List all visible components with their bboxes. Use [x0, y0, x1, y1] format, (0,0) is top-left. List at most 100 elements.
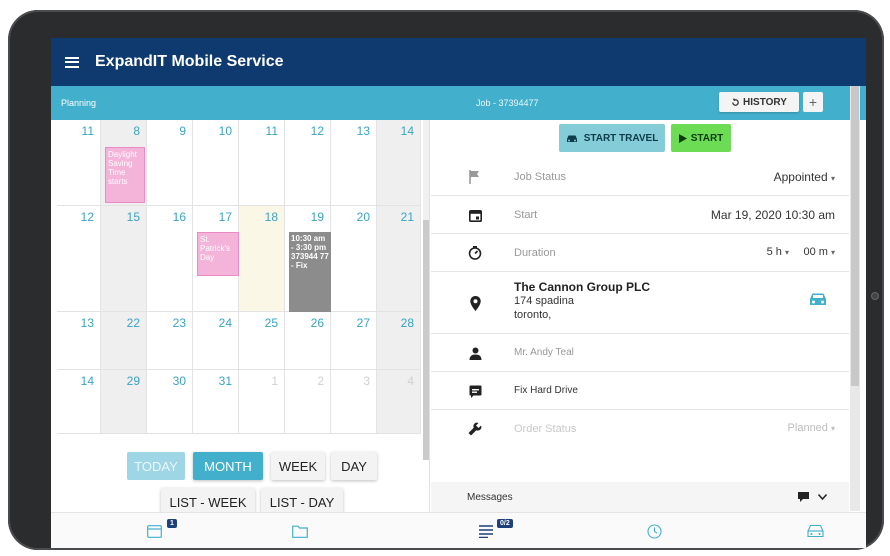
customer-address: 174 spadina toronto,: [514, 294, 574, 322]
contact-row[interactable]: Mr. Andy Teal: [431, 334, 849, 372]
week-number: 12: [57, 206, 101, 312]
job-status-row[interactable]: Job Status Appointed ▾: [431, 158, 849, 196]
calendar-day[interactable]: 27: [331, 312, 377, 370]
wrench-icon: [467, 421, 483, 437]
history-button[interactable]: HISTORY: [719, 92, 799, 112]
task-row[interactable]: Fix Hard Drive: [431, 372, 849, 410]
calendar-day[interactable]: 28: [377, 312, 421, 370]
job-status-label: Job Status: [514, 171, 566, 183]
play-icon: [678, 133, 687, 143]
nav-folder[interactable]: [290, 521, 310, 541]
add-button[interactable]: +: [803, 92, 823, 112]
detail-scroll-thumb[interactable]: [851, 86, 859, 386]
address-street: 174 spadina: [514, 295, 574, 307]
month-view-button[interactable]: MONTH: [193, 452, 263, 480]
calendar-event-daylight-saving[interactable]: Daylight Saving Time starts: [105, 147, 145, 203]
calendar-day[interactable]: 15: [101, 206, 147, 312]
start-label: START: [690, 132, 724, 144]
calendar-day[interactable]: 13: [331, 120, 377, 206]
list-icon: [479, 524, 493, 538]
today-button[interactable]: TODAY: [127, 452, 185, 480]
calendar-day-next-month[interactable]: 1: [239, 370, 285, 434]
calendar-badge: 1: [167, 519, 177, 528]
day-view-button[interactable]: DAY: [331, 452, 377, 480]
calendar-day[interactable]: 20: [331, 206, 377, 312]
start-row[interactable]: Start Mar 19, 2020 10:30 am: [431, 196, 849, 234]
calendar-day[interactable]: 10: [193, 120, 239, 206]
chevron-down-icon[interactable]: [818, 494, 827, 500]
start-label-text: Start: [514, 209, 538, 221]
calendar-day[interactable]: 29: [101, 370, 147, 434]
calendar-pane: 11 8 9 10 11 12 13 14 12 15 16 17 18 19 …: [51, 120, 429, 516]
messages-section[interactable]: Messages: [431, 482, 849, 512]
calendar-event-job[interactable]: 10:30 am - 3:30 pm 373944 77 - Fix: [289, 232, 331, 312]
customer-name: The Cannon Group PLC: [514, 280, 650, 294]
task-description: Fix Hard Drive: [514, 385, 578, 396]
calendar-day-next-month[interactable]: 3: [331, 370, 377, 434]
week-number: 14: [57, 370, 101, 434]
calendar-day-today[interactable]: 18: [239, 206, 285, 312]
message-icon[interactable]: [798, 492, 809, 502]
start-button[interactable]: START: [671, 124, 731, 152]
order-status-label: Order Status: [514, 423, 577, 435]
order-status-value[interactable]: Planned ▾: [788, 422, 835, 434]
calendar-day[interactable]: 23: [147, 312, 193, 370]
week-number: 11: [57, 120, 101, 206]
week-number: 13: [57, 312, 101, 370]
menu-icon[interactable]: [65, 56, 79, 68]
calendar-view-buttons: TODAY MONTH WEEK DAY LIST - WEEK LIST - …: [51, 452, 429, 516]
duration-minutes-select[interactable]: 00 m ▾: [803, 246, 835, 258]
calendar-day[interactable]: 22: [101, 312, 147, 370]
calendar-day[interactable]: 26: [285, 312, 331, 370]
detail-scrollbar[interactable]: [850, 86, 860, 511]
calendar-icon: [467, 207, 483, 223]
calendar-day[interactable]: 21: [377, 206, 421, 312]
calendar-day[interactable]: 12: [285, 120, 331, 206]
calendar-day[interactable]: 9: [147, 120, 193, 206]
duration-hours-select[interactable]: 5 h ▾: [767, 246, 789, 258]
tablet-frame: ExpandIT Mobile Service Planning Job - 3…: [8, 10, 884, 550]
calendar-day[interactable]: 25: [239, 312, 285, 370]
duration-row: Duration 5 h ▾ 00 m ▾: [431, 234, 849, 272]
calendar-day[interactable]: 11: [239, 120, 285, 206]
contact-name: Mr. Andy Teal: [514, 347, 574, 358]
nav-calendar[interactable]: [144, 521, 164, 541]
nav-history[interactable]: [644, 521, 664, 541]
flag-icon: [467, 169, 483, 185]
car-navigation-icon[interactable]: [809, 292, 827, 306]
calendar-day[interactable]: 24: [193, 312, 239, 370]
sub-header: Planning Job - 37394477 HISTORY +: [51, 86, 866, 120]
nav-vehicle[interactable]: [805, 521, 825, 541]
job-status-value[interactable]: Appointed ▾: [774, 170, 835, 184]
calendar-nav-icon: [146, 525, 162, 538]
pane-divider: [429, 120, 430, 512]
start-travel-button[interactable]: START TRAVEL: [559, 124, 665, 152]
folder-icon: [292, 525, 308, 538]
order-status-row[interactable]: Order Status Planned ▾: [431, 410, 849, 448]
comment-icon: [467, 383, 483, 399]
start-travel-label: START TRAVEL: [583, 132, 659, 144]
duration-label: Duration: [514, 247, 556, 259]
planning-label: Planning: [61, 98, 97, 108]
start-datetime-value[interactable]: Mar 19, 2020 10:30 am: [711, 208, 835, 222]
calendar-day[interactable]: 14: [377, 120, 421, 206]
calendar-day[interactable]: 31: [193, 370, 239, 434]
calendar-day-next-month[interactable]: 4: [377, 370, 421, 434]
app-screen: ExpandIT Mobile Service Planning Job - 3…: [51, 38, 866, 548]
customer-row[interactable]: The Cannon Group PLC 174 spadina toronto…: [431, 272, 849, 334]
history-icon: [732, 97, 739, 106]
calendar-event-st-patricks[interactable]: St. Patrick's Day: [197, 232, 239, 276]
person-icon: [467, 345, 483, 361]
app-title: ExpandIT Mobile Service: [95, 53, 284, 70]
week-view-button[interactable]: WEEK: [271, 452, 325, 480]
calendar-day-next-month[interactable]: 2: [285, 370, 331, 434]
nav-job-list[interactable]: [476, 521, 496, 541]
car-icon: [566, 135, 577, 142]
camera-dot: [871, 292, 879, 300]
history-label: HISTORY: [743, 96, 787, 108]
calendar-day[interactable]: 30: [147, 370, 193, 434]
calendar-day[interactable]: 16: [147, 206, 193, 312]
clock-icon: [646, 523, 662, 539]
bottom-navigation: 1 0/2: [51, 512, 866, 548]
month-calendar: 11 8 9 10 11 12 13 14 12 15 16 17 18 19 …: [57, 120, 421, 434]
